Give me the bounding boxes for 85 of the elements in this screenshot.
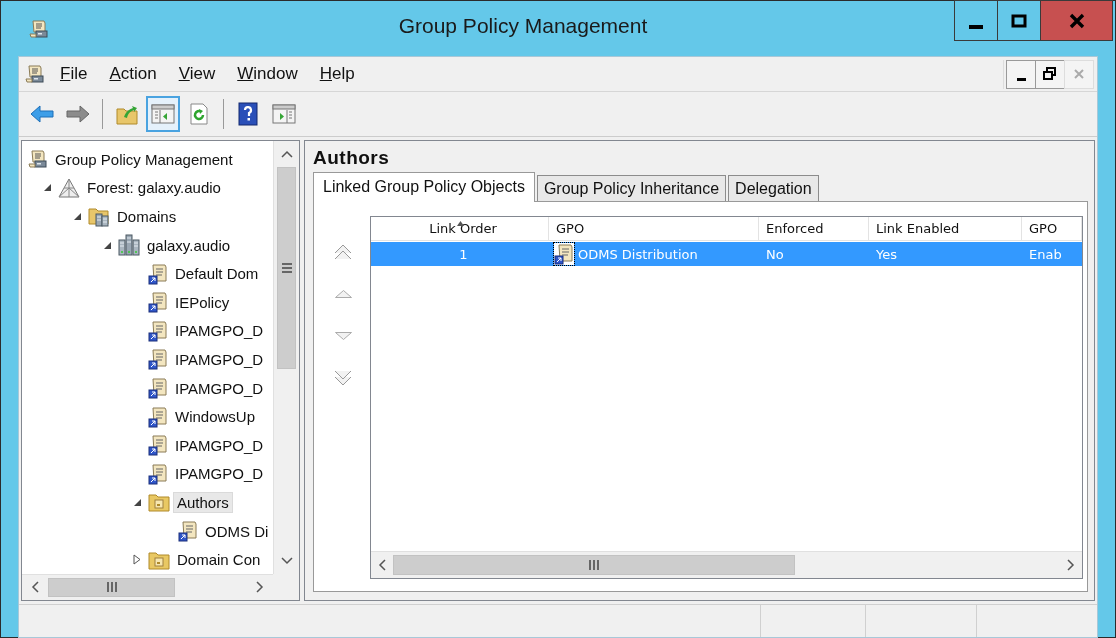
tree-item[interactable]: IPAMGPO_D	[171, 463, 268, 485]
maximize-button[interactable]	[997, 0, 1041, 41]
folder-icon	[148, 549, 170, 570]
horizontal-scrollbar[interactable]	[371, 550, 1082, 578]
forest-icon	[58, 177, 80, 198]
tree-item[interactable]: Default Dom	[171, 263, 263, 285]
scroll-right-icon[interactable]	[1067, 558, 1075, 571]
refresh-icon	[189, 103, 209, 125]
scroll-left-icon[interactable]	[378, 558, 386, 571]
tree-item[interactable]: IPAMGPO_D	[171, 434, 268, 456]
domains-folder-icon	[88, 205, 110, 228]
policy-link-icon	[148, 405, 168, 428]
pane-heading: Authors	[313, 147, 391, 169]
action-pane-icon	[272, 104, 296, 124]
collapsed-arrow-icon[interactable]	[133, 554, 141, 566]
back-arrow-icon	[30, 104, 54, 124]
scroll-thumb[interactable]	[277, 167, 296, 369]
policy-link-icon	[178, 520, 198, 542]
tab[interactable]: Linked Group Policy Objects	[313, 172, 535, 202]
forward-arrow-icon	[66, 104, 90, 124]
console-icon	[28, 149, 48, 170]
scroll-right-icon[interactable]	[256, 581, 264, 594]
tree-item[interactable]: IPAMGPO_D	[171, 377, 268, 399]
tree-item[interactable]: Domains	[113, 206, 181, 227]
domain-servers-icon	[118, 234, 140, 257]
policy-link-icon	[148, 348, 168, 371]
scroll-thumb[interactable]	[48, 577, 175, 597]
tree-item[interactable]: Domain Con	[173, 549, 265, 571]
help-icon	[237, 102, 259, 126]
tree-item[interactable]: galaxy.audio	[143, 234, 235, 256]
console-tree-icon	[151, 104, 175, 124]
tree-item[interactable]: IPAMGPO_D	[171, 348, 268, 370]
tree-item[interactable]: Group Policy Management	[51, 148, 237, 170]
policy-link-icon	[148, 462, 168, 485]
column-header[interactable]: Enforced	[759, 217, 869, 241]
menu-item[interactable]: File	[51, 64, 97, 84]
column-header[interactable]: GPO	[549, 217, 759, 241]
policy-link-icon	[148, 262, 168, 285]
tab[interactable]: Delegation	[728, 175, 819, 201]
move-up-icon	[334, 290, 352, 298]
menu-item[interactable]: Window	[228, 64, 307, 84]
minimize-button[interactable]	[954, 0, 998, 41]
tree-item[interactable]: WindowsUp	[171, 406, 260, 428]
expanded-arrow-icon[interactable]	[132, 497, 142, 507]
vertical-scrollbar[interactable]	[273, 141, 299, 574]
close-icon	[1072, 67, 1086, 81]
tree-item[interactable]: ODMS Di	[201, 520, 273, 542]
minimize-icon	[1016, 77, 1026, 81]
expanded-arrow-icon[interactable]	[72, 212, 82, 221]
child-minimize-button[interactable]	[1006, 59, 1036, 89]
horizontal-scrollbar[interactable]	[22, 573, 273, 600]
folder-up-icon	[116, 103, 138, 125]
scroll-down-icon[interactable]	[280, 556, 293, 565]
expanded-arrow-icon[interactable]	[102, 240, 112, 250]
expanded-arrow-icon[interactable]	[42, 183, 52, 193]
minimize-icon	[969, 24, 983, 29]
policy-link-icon	[148, 434, 168, 457]
scroll-thumb[interactable]	[393, 554, 795, 575]
menu-item[interactable]: View	[169, 64, 225, 84]
column-header[interactable]: Link Enabled	[869, 217, 1022, 241]
policy-link-icon	[554, 243, 574, 265]
tree-item[interactable]: Forest: galaxy.audio	[83, 177, 225, 199]
close-icon	[1067, 11, 1086, 30]
restore-icon	[1043, 67, 1057, 81]
tree-item[interactable]: Authors	[173, 491, 233, 513]
column-header[interactable]: GPO	[1022, 217, 1082, 241]
child-restore-button[interactable]	[1035, 59, 1065, 89]
menu-item[interactable]: Help	[310, 64, 364, 84]
policy-link-icon	[148, 291, 168, 314]
menu-item[interactable]: Action	[100, 64, 166, 84]
move-down-icon	[334, 332, 352, 340]
column-header[interactable]: Link Order	[371, 217, 549, 241]
policy-link-icon	[148, 377, 168, 400]
console-icon	[25, 64, 45, 84]
folder-icon	[148, 492, 170, 513]
close-button[interactable]	[1040, 0, 1113, 41]
tree-item[interactable]: IEPolicy	[171, 291, 234, 313]
gpo-name: ODMS Distribution	[578, 246, 698, 262]
window-title: Group Policy Management	[397, 13, 649, 38]
scroll-up-icon[interactable]	[280, 150, 293, 158]
tree-item[interactable]: IPAMGPO_D	[171, 320, 268, 342]
scroll-left-icon[interactable]	[31, 581, 39, 594]
policy-link-icon	[148, 319, 168, 342]
tab[interactable]: Group Policy Inheritance	[536, 175, 727, 201]
app-icon	[29, 18, 49, 39]
